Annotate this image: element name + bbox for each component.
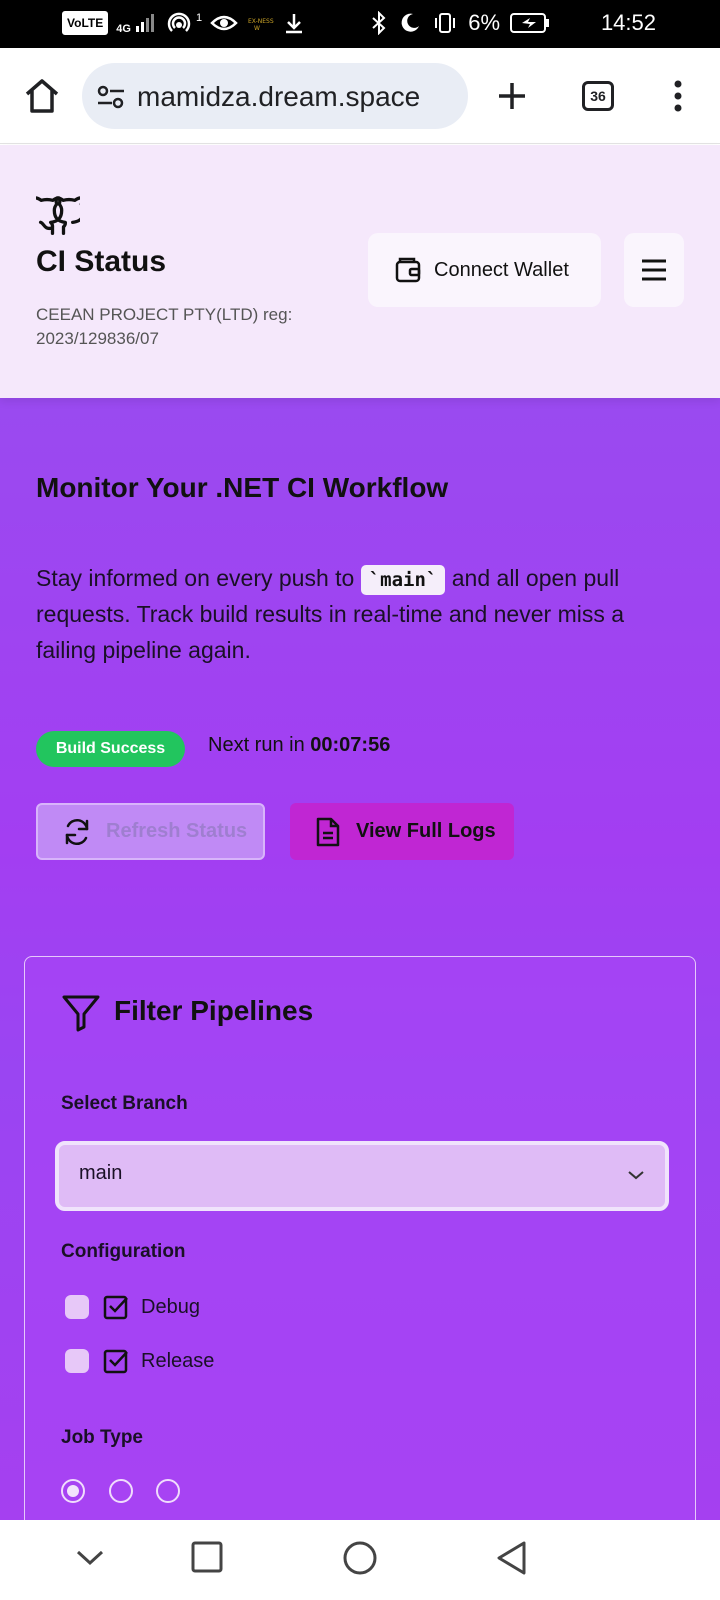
hamburger-icon [642, 259, 666, 281]
site-settings-icon[interactable] [96, 83, 126, 111]
document-icon [316, 817, 340, 846]
menu-button[interactable] [624, 233, 684, 307]
release-label: Release [141, 1349, 215, 1372]
release-checkbox[interactable] [65, 1349, 89, 1373]
main-section: Monitor Your .NET CI Workflow Stay infor… [0, 398, 720, 1520]
home-nav-icon[interactable] [342, 1540, 378, 1576]
app-notification-icon: EX-NESSW [248, 18, 274, 32]
hotspot-count: 1 [195, 12, 203, 24]
back-nav-icon[interactable] [494, 1540, 530, 1576]
home-icon[interactable] [22, 76, 62, 116]
moon-icon [401, 13, 420, 32]
config-option-release[interactable]: Release [65, 1346, 214, 1376]
filter-card: Filter Pipelines Select Branch main Conf… [24, 956, 696, 1520]
debug-label: Debug [141, 1295, 200, 1318]
hide-nav-icon[interactable] [74, 1546, 106, 1570]
app-header: CI Status CEEAN PROJECT PTY(LTD) reg: 20… [0, 145, 720, 398]
browser-toolbar: mamidza.dream.space 36 [0, 48, 720, 144]
download-icon [286, 14, 303, 34]
eye-icon [210, 15, 238, 31]
vibrate-icon [435, 13, 456, 33]
refresh-icon [65, 818, 89, 845]
job-type-radio-2[interactable] [109, 1479, 133, 1503]
network-type: 4G [116, 22, 131, 35]
company-registration: CEEAN PROJECT PTY(LTD) reg: 2023/129836/… [36, 305, 293, 348]
hero-text-before: Stay informed on every push to [36, 565, 361, 591]
connect-wallet-label: Connect Wallet [434, 258, 569, 281]
filter-icon [62, 995, 100, 1032]
hero-description: Stay informed on every push to `main` an… [36, 560, 686, 668]
battery-icon [510, 13, 549, 33]
new-tab-icon[interactable] [496, 80, 528, 112]
branch-label: Select Branch [61, 1093, 188, 1114]
svg-text:W: W [254, 25, 260, 32]
view-logs-button[interactable]: View Full Logs [290, 803, 514, 860]
debug-checkbox[interactable] [65, 1295, 89, 1319]
connect-wallet-button[interactable]: Connect Wallet [368, 233, 601, 307]
branch-code-chip: `main` [360, 565, 446, 595]
next-run-time: 00:07:56 [310, 734, 391, 756]
status-bar: VoLTE 4G 1 EX-NESS W 6% 14:52 [0, 0, 720, 48]
refresh-status-button[interactable]: Refresh Status [36, 803, 265, 860]
recent-apps-icon[interactable] [190, 1540, 224, 1574]
status-left: VoLTE 4G 1 EX-NESS W [62, 10, 306, 36]
svg-text:EX-NESS: EX-NESS [248, 18, 274, 25]
branch-select[interactable]: main [55, 1141, 669, 1211]
config-option-debug[interactable]: Debug [65, 1292, 200, 1322]
chevron-down-icon [628, 1171, 644, 1180]
bluetooth-icon [372, 11, 386, 35]
volte-indicator: VoLTE [62, 11, 109, 35]
view-logs-label: View Full Logs [356, 820, 496, 842]
branch-select-value: main [79, 1162, 123, 1184]
hotspot-icon [167, 12, 191, 32]
status-right: 6% [370, 10, 550, 36]
signal-icon [135, 13, 154, 32]
url-text: mamidza.dream.space [137, 81, 421, 112]
next-run-countdown: Next run in 00:07:56 [208, 734, 390, 757]
clock: 14:52 [600, 10, 656, 35]
battery-percent: 6% [468, 10, 500, 35]
job-type-radio-1[interactable] [61, 1479, 85, 1503]
github-icon [36, 196, 80, 235]
address-bar[interactable]: mamidza.dream.space [82, 63, 468, 129]
refresh-status-label: Refresh Status [106, 820, 248, 842]
status-badge: Build Success [36, 731, 185, 767]
filter-title: Filter Pipelines [114, 995, 314, 1026]
check-square-icon [103, 1349, 128, 1374]
system-nav-bar [0, 1520, 720, 1600]
job-type-label: Job Type [61, 1427, 143, 1448]
tab-switcher-button[interactable]: 36 [582, 81, 614, 111]
app-title: CI Status [36, 245, 167, 278]
next-run-label: Next run in [208, 734, 311, 756]
more-menu-icon[interactable] [664, 78, 692, 114]
network-indicator: 4G [116, 12, 158, 35]
configuration-label: Configuration [61, 1241, 186, 1262]
wallet-icon [395, 257, 421, 283]
job-type-radio-3[interactable] [156, 1479, 180, 1503]
hero-title: Monitor Your .NET CI Workflow [36, 472, 449, 503]
check-square-icon [103, 1295, 128, 1320]
